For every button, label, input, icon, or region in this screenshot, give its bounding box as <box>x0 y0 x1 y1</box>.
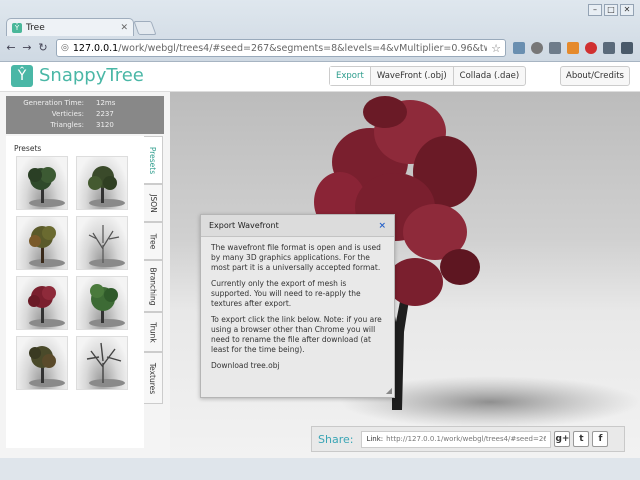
preset-thumbnail-2[interactable] <box>76 156 128 210</box>
stat-row: Generation Time: 12ms <box>23 99 116 107</box>
window-bottom-bar <box>0 458 640 480</box>
browser-toolbar: ← → ↻ ◎ 127.0.0.1/work/webgl/trees4/#see… <box>0 36 640 60</box>
stat-row: Triangles: 3120 <box>50 121 114 129</box>
tab-trunk[interactable]: Trunk <box>144 312 163 352</box>
wavefront-export-button[interactable]: WaveFront (.obj) <box>371 67 454 85</box>
star-icon[interactable]: ☆ <box>491 42 501 55</box>
dialog-body: The wavefront file format is open and is… <box>201 237 394 376</box>
close-window-button[interactable]: ✕ <box>620 4 634 16</box>
about-credits-button[interactable]: About/Credits <box>560 66 630 86</box>
google-plus-icon[interactable]: g+ <box>554 431 571 447</box>
page-menu-icon[interactable] <box>603 42 615 54</box>
side-tabs: Presets JSON Tree Branching Trunk Textur… <box>144 136 164 448</box>
share-url: http://127.0.0.1/work/webgl/trees4/#seed… <box>386 435 547 443</box>
stat-row: Verticies: 2237 <box>51 110 114 118</box>
preset-thumbnail-8[interactable] <box>76 336 128 390</box>
browser-chrome: Ŷ Tree ✕ – □ ✕ ← → ↻ ◎ 127.0.0.1/work/we… <box>0 0 640 62</box>
app-name: SnappyTree <box>39 65 144 86</box>
pen-extension-icon[interactable] <box>513 42 525 54</box>
minimize-button[interactable]: – <box>588 4 602 16</box>
app-header: Ŷ SnappyTree Export WaveFront (.obj) Col… <box>0 62 640 92</box>
dialog-header: Export Wavefront × <box>201 215 394 237</box>
close-tab-icon[interactable]: ✕ <box>120 23 128 33</box>
share-link-field[interactable]: Link: http://127.0.0.1/work/webgl/trees4… <box>361 430 552 448</box>
tab-title: Tree <box>26 22 45 33</box>
tab-branching[interactable]: Branching <box>144 260 163 312</box>
preset-thumbnail-7[interactable] <box>16 336 68 390</box>
red-extension-icon[interactable] <box>585 42 597 54</box>
window-controls: – □ ✕ <box>588 4 634 16</box>
presets-panel: Presets <box>6 136 144 448</box>
stats-box: Generation Time: 12ms Verticies: 2237 Tria… <box>6 96 164 134</box>
address-bar[interactable]: ◎ 127.0.0.1/work/webgl/trees4/#seed=267&… <box>56 39 506 57</box>
preset-thumbnail-4[interactable] <box>76 216 128 270</box>
download-link[interactable]: Download tree.obj <box>211 361 384 370</box>
dialog-paragraph-3: To export click the link below. Note: if… <box>211 315 382 354</box>
gear-extension-icon[interactable] <box>531 42 543 54</box>
left-panel: Generation Time: 12ms Verticies: 2237 Tria… <box>0 92 170 458</box>
dialog-paragraph-1: The wavefront file format is open and is… <box>211 243 381 272</box>
resize-handle-icon[interactable]: ◢ <box>386 386 392 395</box>
share-link-label: Link: <box>366 435 384 443</box>
preset-thumbnail-5[interactable] <box>16 276 68 330</box>
url-text: 127.0.0.1/work/webgl/trees4/#seed=267&se… <box>72 42 488 54</box>
tab-strip: Ŷ Tree ✕ – □ ✕ <box>0 0 640 36</box>
share-label: Share: <box>318 432 354 446</box>
dialog-title: Export Wavefront <box>209 221 279 230</box>
export-wavefront-dialog: Export Wavefront × The wavefront file fo… <box>200 214 395 398</box>
dialog-paragraph-2: Currently only the export of mesh is sup… <box>211 279 361 308</box>
preset-thumbnail-3[interactable] <box>16 216 68 270</box>
new-tab-button[interactable] <box>133 21 157 35</box>
orange-extension-icon[interactable] <box>567 42 579 54</box>
tab-json[interactable]: JSON <box>144 184 163 222</box>
forward-icon[interactable]: → <box>20 39 34 57</box>
collada-export-button[interactable]: Collada (.dae) <box>454 67 526 85</box>
cube-extension-icon[interactable] <box>549 42 561 54</box>
reload-icon[interactable]: ↻ <box>36 39 50 57</box>
tree-favicon-icon: Ŷ <box>12 22 22 33</box>
presets-title: Presets <box>14 144 42 153</box>
tab-tree[interactable]: Tree <box>144 222 163 260</box>
snappytree-logo-icon: Ŷ <box>11 65 33 87</box>
close-icon[interactable]: × <box>378 221 386 231</box>
export-button-group: Export WaveFront (.obj) Collada (.dae) <box>329 66 527 86</box>
tab-presets[interactable]: Presets <box>144 136 163 184</box>
share-bar: Share: Link: http://127.0.0.1/work/webgl… <box>311 426 625 452</box>
facebook-icon[interactable]: f <box>592 431 609 447</box>
tab-textures[interactable]: Textures <box>144 352 163 404</box>
export-button[interactable]: Export <box>330 67 371 85</box>
back-icon[interactable]: ← <box>4 39 18 57</box>
preset-thumbnail-1[interactable] <box>16 156 68 210</box>
twitter-icon[interactable]: t <box>573 431 590 447</box>
wrench-icon[interactable] <box>621 42 633 54</box>
maximize-button[interactable]: □ <box>604 4 618 16</box>
preset-thumbnail-6[interactable] <box>76 276 128 330</box>
browser-tab[interactable]: Ŷ Tree ✕ <box>6 18 134 36</box>
page-icon: ◎ <box>61 43 69 53</box>
